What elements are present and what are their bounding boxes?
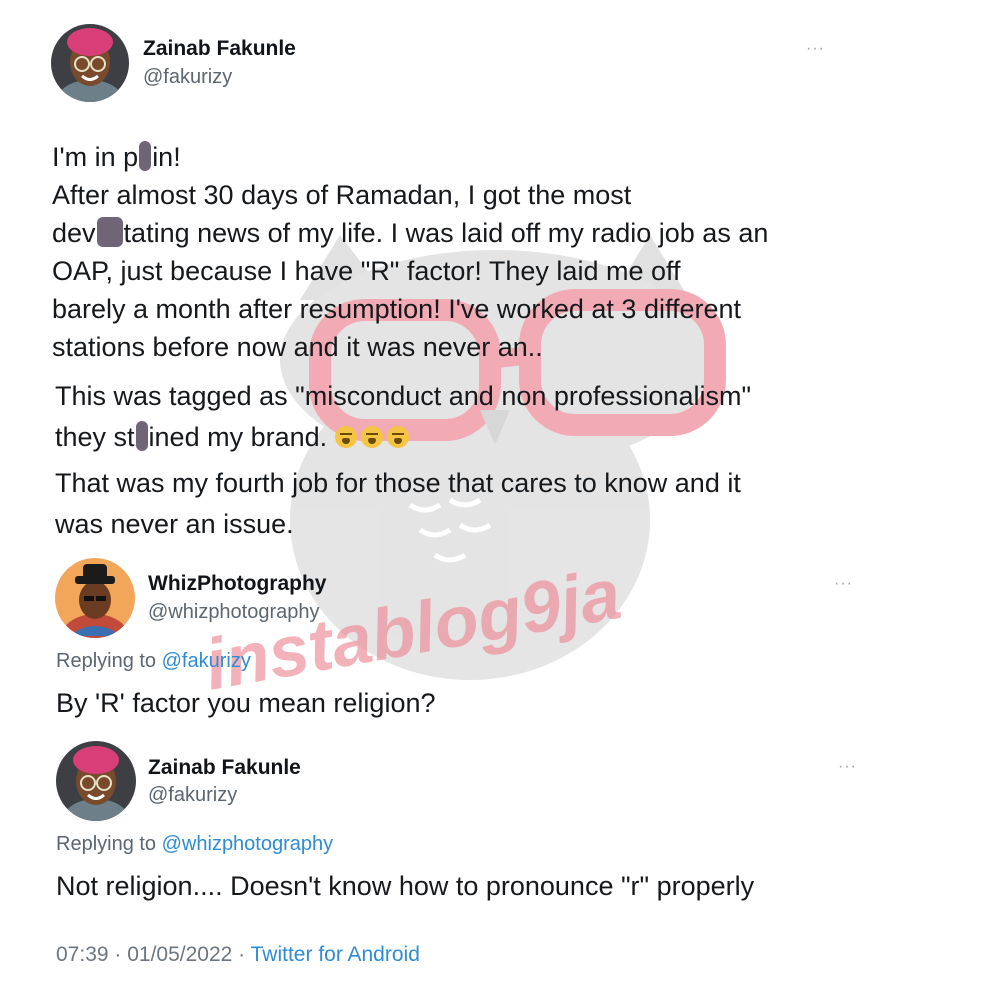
reply-text: Not religion.... Doesn't know how to pro… <box>56 871 755 901</box>
tweet-text: I'm in p in! After almost 30 days of Rama… <box>52 141 769 362</box>
mention-link[interactable]: @fakurizy <box>162 650 251 672</box>
avatar[interactable] <box>55 558 135 638</box>
more-options-icon[interactable]: ··· <box>838 758 857 776</box>
tweet-source-link[interactable]: Twitter for Android <box>251 943 420 966</box>
avatar[interactable] <box>56 741 136 821</box>
crying-face-icon <box>360 426 383 448</box>
censor-mark <box>135 421 148 451</box>
crying-face-icon <box>334 426 357 448</box>
author-name[interactable]: Zainab Fakunle <box>143 37 296 61</box>
reply-text: By 'R' factor you mean religion? <box>56 688 436 718</box>
more-options-icon[interactable]: ··· <box>834 575 853 593</box>
tweet-text-continued: This was tagged as "misconduct and non p… <box>55 381 752 452</box>
tweet-time[interactable]: 07:39 <box>56 943 109 966</box>
author-handle[interactable]: @fakurizy <box>143 66 232 89</box>
mention-link[interactable]: @whizphotography <box>162 833 334 855</box>
censor-mark <box>139 141 152 171</box>
reply-context: Replying to @whizphotography <box>56 833 334 855</box>
author-handle[interactable]: @fakurizy <box>148 784 237 807</box>
avatar[interactable] <box>51 24 129 102</box>
author-handle[interactable]: @whizphotography <box>148 601 320 624</box>
reply-context: Replying to @fakurizy <box>56 650 251 672</box>
crying-face-icon <box>386 426 409 448</box>
tweet-date[interactable]: 01/05/2022 <box>127 943 232 966</box>
tweet-text-continued: That was my fourth job for those that ca… <box>55 468 741 539</box>
more-options-icon[interactable]: ··· <box>806 40 825 58</box>
censor-mark <box>96 217 123 247</box>
tweet-meta: 07:39 · 01/05/2022 · Twitter for Android <box>56 943 420 966</box>
author-name[interactable]: WhizPhotography <box>148 572 326 596</box>
author-name[interactable]: Zainab Fakunle <box>148 756 301 780</box>
